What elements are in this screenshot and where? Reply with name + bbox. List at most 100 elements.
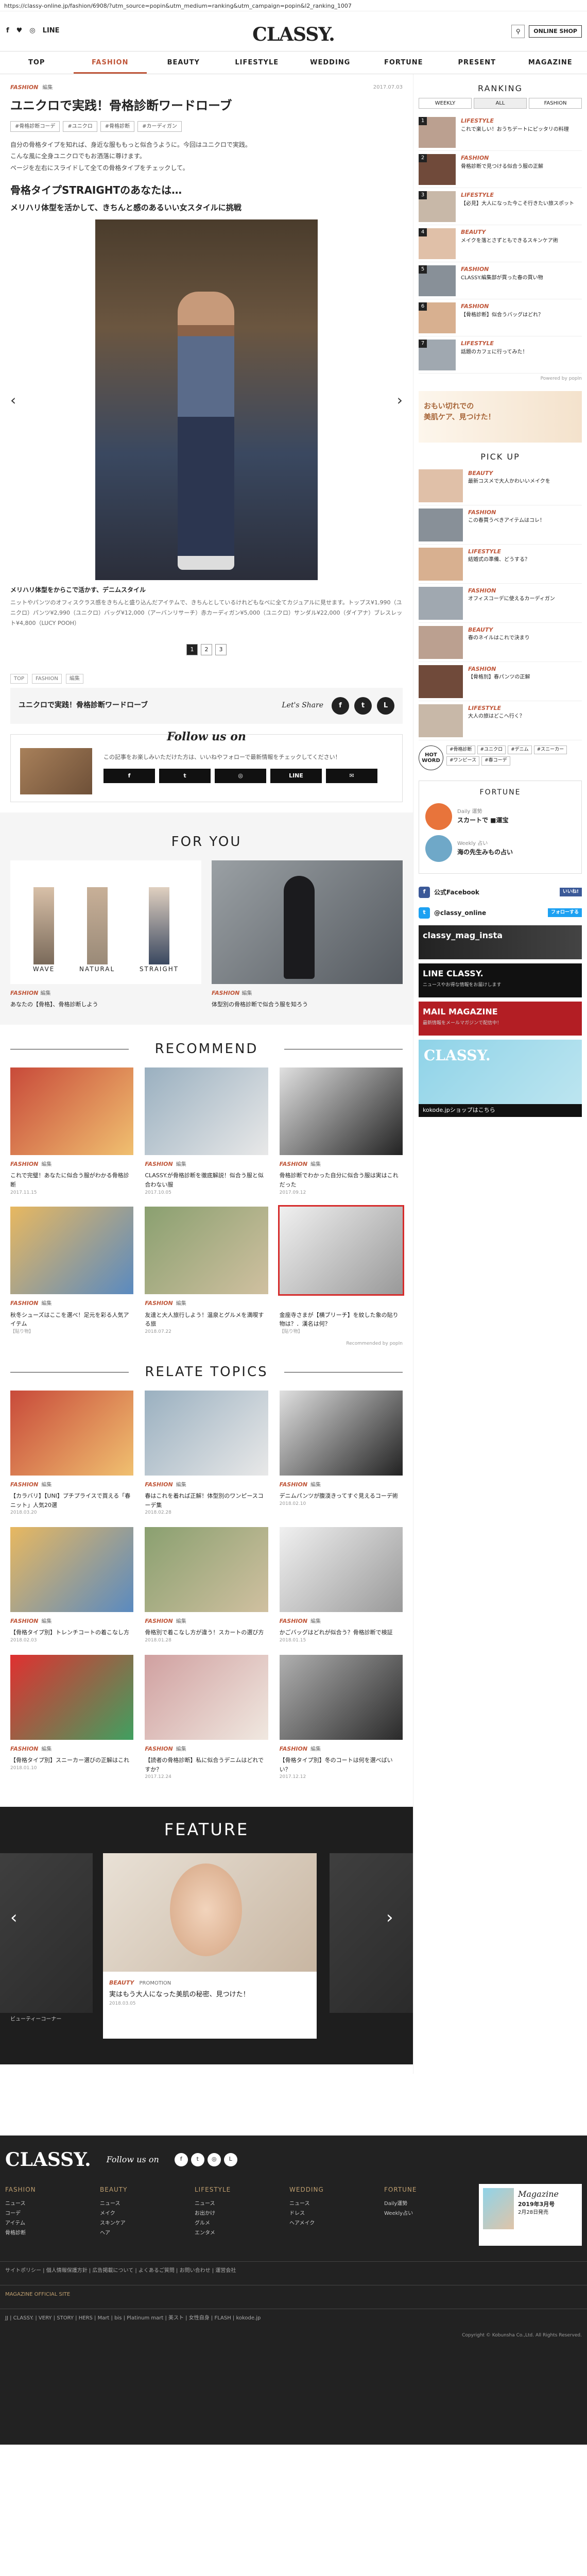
footer-sites[interactable]: JJ | CLASSY. | VERY | STORY | HERS | Mar… bbox=[0, 2308, 587, 2327]
ranking-item[interactable]: 6 FASHION 【骨格診断】似合うバッグはどれ？ bbox=[419, 299, 582, 336]
breadcrumb-item[interactable]: TOP bbox=[10, 673, 28, 684]
ranking-tab-weekly[interactable]: WEEKLY bbox=[419, 98, 472, 109]
footer-link[interactable]: お出かけ bbox=[195, 2209, 284, 2218]
footer-link[interactable]: アイテム bbox=[5, 2218, 95, 2228]
mail-banner[interactable]: MAIL MAGAZINE 最新情報をメールマガジンで配信中！ bbox=[419, 1001, 582, 1036]
beauty-banner[interactable]: おもい切れでの 美肌ケア、見つけた！ bbox=[419, 391, 582, 443]
powered-by[interactable]: Recommended by popIn bbox=[10, 1341, 403, 1348]
pickup-item[interactable]: LIFESTYLE 大人の旅はどこへ行く？ bbox=[419, 701, 582, 740]
feature-image[interactable] bbox=[103, 1853, 317, 1972]
article-tag[interactable]: #ユニクロ bbox=[63, 121, 97, 132]
article-card[interactable]: FASHION 編集 友達と大人旅行しよう！温泉とグルメを満喫する旅 2018.07.… bbox=[145, 1207, 268, 1335]
article-category[interactable]: FASHION bbox=[10, 84, 38, 91]
ranking-item[interactable]: 3 LIFESTYLE 【必見】大人になった今こそ行きたい旅スポット bbox=[419, 188, 582, 225]
gallery-prev-icon[interactable]: ‹ bbox=[10, 389, 16, 411]
follow-twitter-button[interactable]: t bbox=[159, 768, 211, 783]
follow-facebook-button[interactable]: f bbox=[103, 768, 155, 783]
pickup-item[interactable]: FASHION オフィスコーデに使えるカーディガン bbox=[419, 584, 582, 623]
hot-tag[interactable]: #春コーデ bbox=[481, 756, 510, 766]
ranking-item[interactable]: 2 FASHION 骨格診断で見つける似合う服の正解 bbox=[419, 151, 582, 188]
feature-panel[interactable]: BEAUTY PROMOTION 実はもう大人になった美肌の秘密、見つけた！ 2… bbox=[103, 1971, 317, 2039]
fortune-weekly[interactable]: Weekly 占い 海の先生みもの占い bbox=[425, 835, 575, 862]
url-bar[interactable]: https://classy-online.jp/fashion/6908/?u… bbox=[0, 0, 587, 11]
footer-magazine[interactable]: Magazine 2019年3月号 2月28日発売 bbox=[479, 2183, 582, 2246]
breadcrumb-item[interactable]: 編集 bbox=[65, 673, 83, 684]
site-logo[interactable]: CLASSY. bbox=[0, 21, 587, 48]
hot-tag[interactable]: #デニム bbox=[508, 745, 532, 754]
nav-item-magazine[interactable]: MAGAZINE bbox=[514, 52, 587, 74]
nav-item-lifestyle[interactable]: LIFESTYLE bbox=[220, 52, 294, 74]
article-card[interactable]: FASHION 編集 【読者の骨格診断】私に似合うデニムはどれですか？ 2017.12… bbox=[145, 1654, 268, 1781]
nav-item-top[interactable]: TOP bbox=[0, 52, 74, 74]
share-line-button[interactable]: L bbox=[377, 697, 394, 715]
ranking-item[interactable]: 5 FASHION CLASSY.編集部が買った春の買い物 bbox=[419, 262, 582, 299]
nav-item-fortune[interactable]: FORTUNE bbox=[367, 52, 441, 74]
footer-instagram-icon[interactable]: ◎ bbox=[207, 2153, 221, 2166]
article-card[interactable]: 金座寺さまが【横ブリーチ】を紋した象の貼り物は？．漢名は何？ 【貼り物】 bbox=[278, 1205, 404, 1335]
feature-prev-icon[interactable]: ‹ bbox=[10, 1905, 18, 1931]
ranking-item[interactable]: 7 LIFESTYLE 話題のカフェに行ってみた！ bbox=[419, 336, 582, 374]
article-card[interactable]: FASHION 編集 【骨格タイプ別】スニーカー選びの正解はこれ 2018.01.10 bbox=[10, 1654, 134, 1781]
footer-link[interactable]: ヘアメイク bbox=[289, 2218, 379, 2228]
footer-link[interactable]: スキンケア bbox=[100, 2218, 189, 2228]
twitter-follow[interactable]: t @classy_online フォローする bbox=[419, 905, 582, 921]
magazine-banner[interactable]: CLASSY. kokode.jpショップはこちら bbox=[419, 1039, 582, 1117]
pickup-item[interactable]: LIFESTYLE 結婚式の準備、どうする？ bbox=[419, 545, 582, 584]
footer-column-title[interactable]: FORTUNE bbox=[384, 2184, 474, 2196]
share-facebook-button[interactable]: f bbox=[332, 697, 349, 715]
nav-item-beauty[interactable]: BEAUTY bbox=[147, 52, 220, 74]
article-card[interactable]: FASHION 編集 CLASSY.が骨格診断を徹底解説！似合う服と似合わない服 20… bbox=[145, 1067, 268, 1196]
for-you-card[interactable]: FASHION 編集 体型別の骨格診断で似合う服を知ろう bbox=[212, 860, 403, 1009]
footer-link[interactable]: メイク bbox=[100, 2209, 189, 2218]
article-tag[interactable]: #骨格診断 bbox=[100, 121, 135, 132]
footer-link[interactable]: ニュース bbox=[195, 2199, 284, 2209]
for-you-card[interactable]: WAVE NATURAL STRAIGHT FASHION 編集 あなたの【骨格… bbox=[10, 860, 201, 1009]
footer-link[interactable]: ヘア bbox=[100, 2228, 189, 2238]
footer-twitter-icon[interactable]: t bbox=[191, 2153, 204, 2166]
article-card[interactable]: FASHION 編集 骨格診断でわかった自分に似合う服は実はこれだった 2017.09… bbox=[279, 1067, 403, 1196]
ranking-item[interactable]: 1 LIFESTYLE これで楽しい！おうちデートにピッタリの料理 bbox=[419, 114, 582, 151]
article-card[interactable]: FASHION 編集 秋冬シューズはここを選べ！足元を彩る人気アイテム 【貼り物】 bbox=[10, 1207, 134, 1335]
share-twitter-button[interactable]: t bbox=[354, 697, 372, 715]
article-tag[interactable]: #骨格診断コーデ bbox=[10, 121, 60, 132]
footer-column-title[interactable]: BEAUTY bbox=[100, 2184, 189, 2196]
footer-link[interactable]: ドレス bbox=[289, 2209, 379, 2218]
nav-item-wedding[interactable]: WEDDING bbox=[294, 52, 367, 74]
page-button[interactable]: 2 bbox=[201, 643, 212, 655]
follow-instagram-button[interactable]: ◎ bbox=[215, 768, 266, 783]
pickup-item[interactable]: FASHION 【骨格別】春パンツの正解 bbox=[419, 662, 582, 701]
feature-next-icon[interactable]: › bbox=[386, 1905, 393, 1931]
nav-item-fashion[interactable]: FASHION bbox=[73, 52, 147, 74]
pickup-item[interactable]: BEAUTY 春のネイルはこれで決まり bbox=[419, 623, 582, 662]
footer-link[interactable]: ニュース bbox=[289, 2199, 379, 2209]
article-card[interactable]: FASHION 編集 骨格別で着こなし方が違う！スカートの選び方 2018.01.28 bbox=[145, 1527, 268, 1645]
footer-line-icon[interactable]: L bbox=[223, 2153, 237, 2166]
follow-mail-button[interactable]: ✉ bbox=[326, 768, 377, 783]
hot-tag[interactable]: #ワンピース bbox=[446, 756, 480, 766]
ranking-powered[interactable]: Powered by popIn bbox=[419, 376, 582, 383]
article-card[interactable]: FASHION 編集 【カラバリ】【UNI】プチプライスで買える「春ニット」人気20… bbox=[10, 1390, 134, 1517]
search-icon[interactable]: ⚲ bbox=[511, 25, 525, 38]
footer-link[interactable]: ニュース bbox=[100, 2199, 189, 2209]
article-card[interactable]: FASHION 編集 デニムパンツが腹渜きってすぐ見えるコーデ術 2018.02.10 bbox=[279, 1390, 403, 1517]
footer-link[interactable]: グルメ bbox=[195, 2218, 284, 2228]
online-shop-button[interactable]: ONLINE SHOP bbox=[529, 25, 582, 38]
ranking-item[interactable]: 4 BEAUTY メイクを落とさずともできるスキンケア術 bbox=[419, 225, 582, 262]
ranking-tab-fashion[interactable]: FASHION bbox=[529, 98, 582, 109]
article-card[interactable]: FASHION 編集 春はこれを着れば正解！体型別のワンピースコーデ集 2018.02… bbox=[145, 1390, 268, 1517]
article-card[interactable]: FASHION 編集 【骨格タイプ別】トレンチコートの着こなし方 2018.02.03 bbox=[10, 1527, 134, 1645]
pickup-item[interactable]: BEAUTY 最新コスメで大人かわいいメイクを bbox=[419, 466, 582, 505]
footer-logo[interactable]: CLASSY. bbox=[0, 2146, 91, 2174]
footer-column-title[interactable]: WEDDING bbox=[289, 2184, 379, 2196]
footer-links[interactable]: サイトポリシー | 個人情報保護方針 | 広告掲載について | よくあるご質問 … bbox=[0, 2261, 587, 2280]
footer-link[interactable]: エンタメ bbox=[195, 2228, 284, 2238]
follow-line-button[interactable]: LINE bbox=[270, 768, 322, 783]
nav-item-present[interactable]: PRESENT bbox=[440, 52, 514, 74]
article-card[interactable]: FASHION 編集 これで完璧！あなたに似合う服がわかる骨格診断 2017.11.1… bbox=[10, 1067, 134, 1196]
facebook-follow[interactable]: f 公式Facebook いいね! bbox=[419, 884, 582, 901]
footer-link[interactable]: コーデ bbox=[5, 2209, 95, 2218]
footer-facebook-icon[interactable]: f bbox=[174, 2153, 188, 2166]
article-tag[interactable]: #カーディガン bbox=[137, 121, 182, 132]
footer-link[interactable]: Daily運勢 bbox=[384, 2199, 474, 2209]
page-button[interactable]: 3 bbox=[215, 643, 227, 655]
